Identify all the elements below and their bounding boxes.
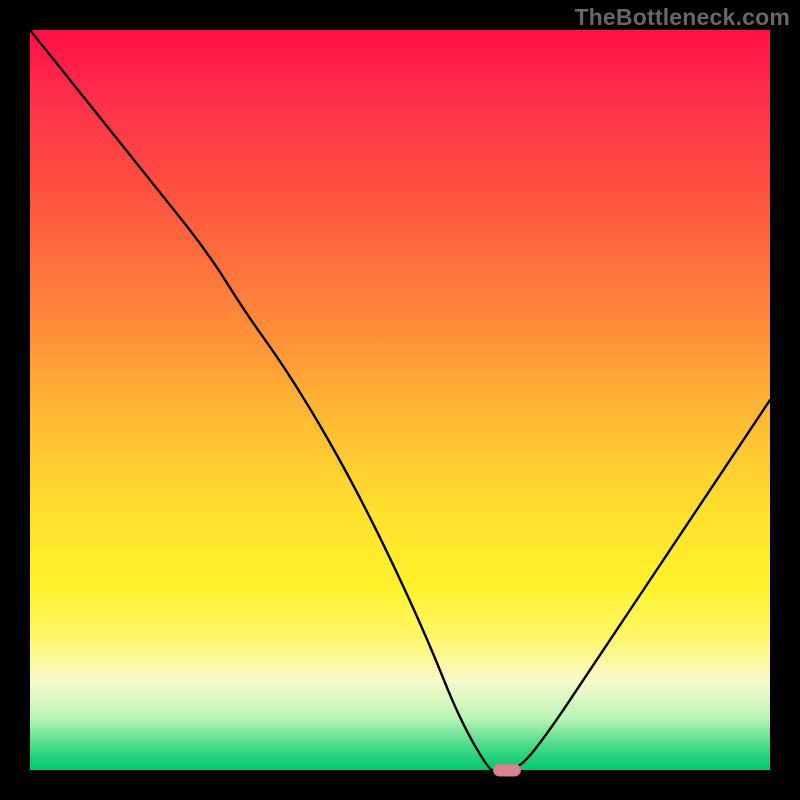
- chart-stage: TheBottleneck.com: [0, 0, 800, 800]
- bottleneck-curve: [30, 30, 770, 770]
- plot-area: [30, 30, 770, 770]
- optimal-marker: [493, 764, 521, 777]
- watermark-text: TheBottleneck.com: [574, 4, 790, 31]
